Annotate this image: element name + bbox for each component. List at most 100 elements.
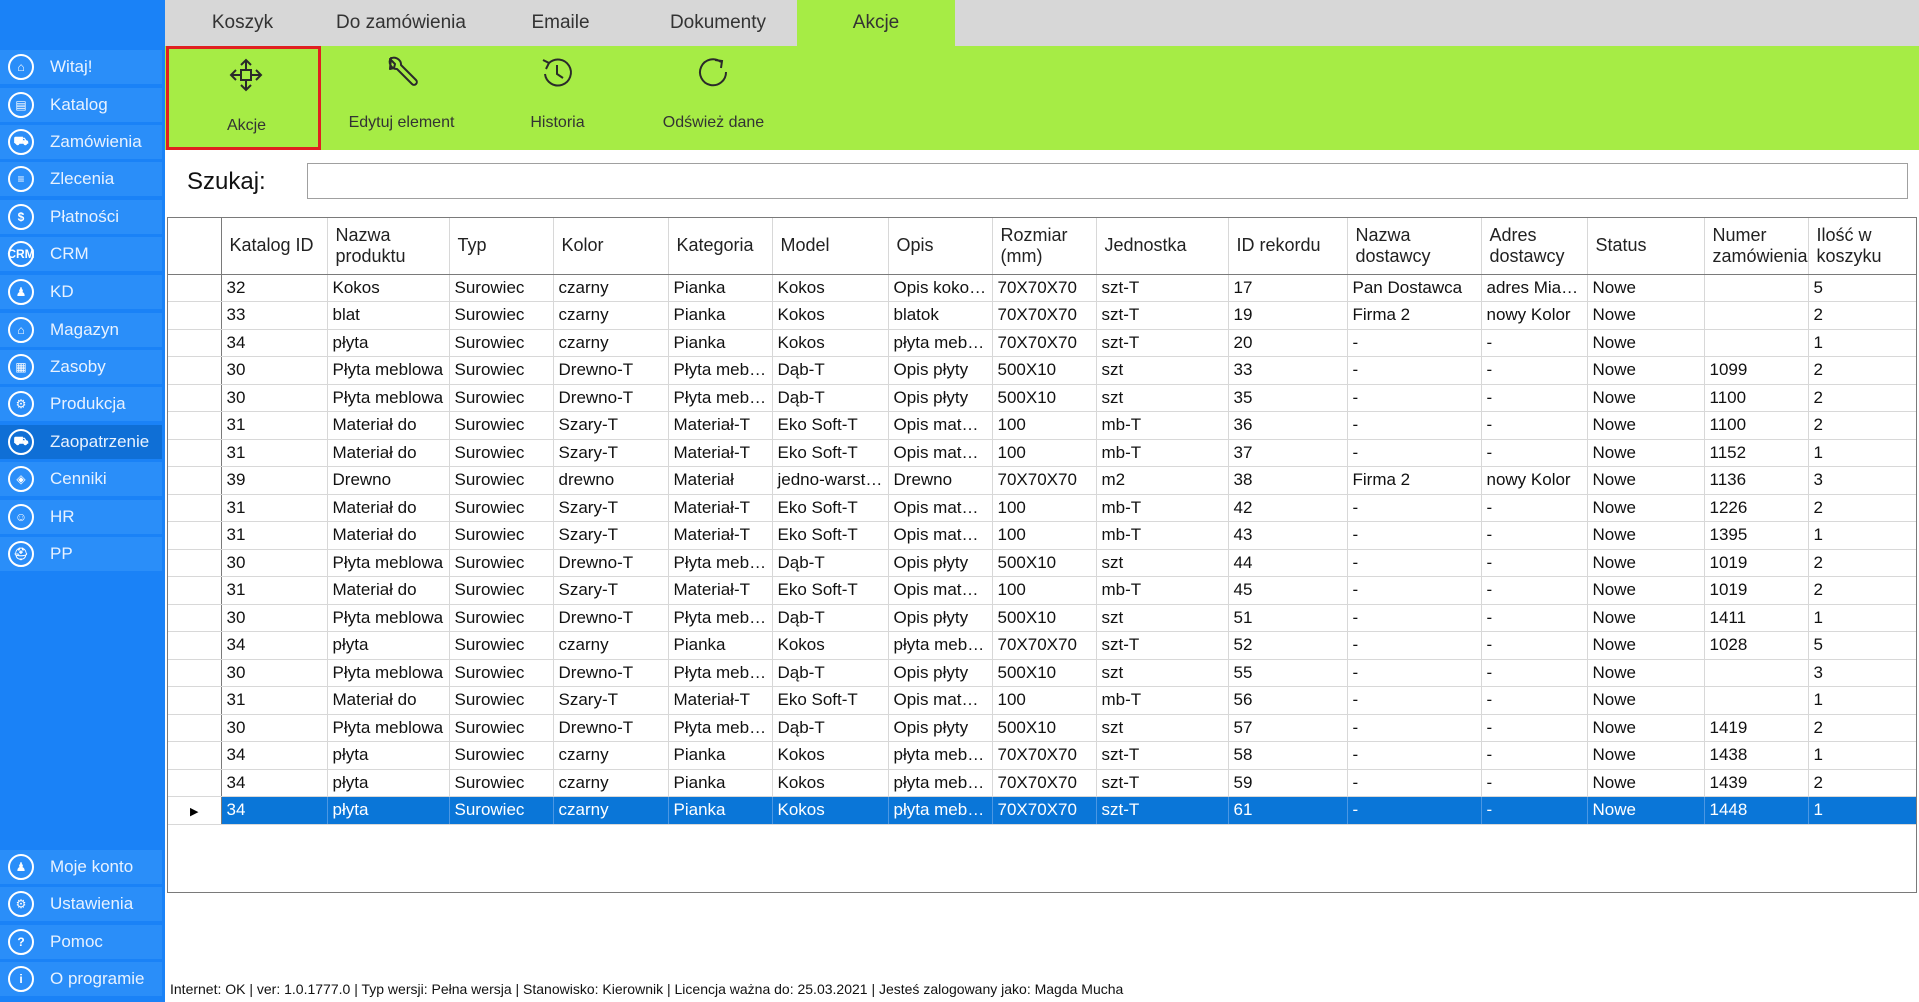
row-header[interactable] (168, 466, 222, 495)
table-row[interactable]: 34 płyta Surowiec czarny Pianka Kokos płyta me… (168, 741, 1916, 770)
table-cell[interactable]: 1439 (1704, 769, 1809, 797)
column-header[interactable]: Rozmiar (mm) (992, 218, 1097, 275)
table-row[interactable]: 31 Materiał do Surowiec Szary-T Materiał-T Ek… (168, 576, 1916, 605)
table-cell[interactable]: szt-T (1096, 769, 1229, 797)
table-cell[interactable]: Opis materiału (888, 439, 993, 467)
table-cell[interactable]: Surowiec (449, 521, 554, 550)
row-header[interactable] (168, 494, 222, 522)
table-cell[interactable]: Nowe (1587, 411, 1705, 440)
table-cell[interactable]: 30 (221, 604, 328, 632)
table-cell[interactable]: - (1481, 631, 1588, 660)
table-cell[interactable]: 2 (1808, 769, 1916, 797)
table-cell[interactable]: 1136 (1704, 466, 1809, 495)
table-cell[interactable]: Szary-T (553, 411, 669, 440)
table-cell[interactable]: 42 (1228, 494, 1348, 522)
table-cell[interactable]: Kokos (772, 329, 889, 357)
table-cell[interactable]: Opis płyty (888, 604, 993, 632)
table-cell[interactable]: 30 (221, 659, 328, 687)
table-cell[interactable]: szt-T (1096, 631, 1229, 660)
table-cell[interactable]: 34 (221, 631, 328, 660)
table-cell[interactable]: 31 (221, 521, 328, 550)
table-cell[interactable]: Eko Soft-T (772, 576, 889, 605)
table-cell[interactable]: 2 (1808, 714, 1916, 742)
table-cell[interactable]: 500X10 (992, 356, 1097, 385)
table-cell[interactable]: Opis płyty (888, 659, 993, 687)
table-cell[interactable]: czarny (553, 769, 669, 797)
table-cell[interactable]: 1 (1808, 686, 1916, 715)
row-header[interactable] (168, 549, 222, 577)
table-cell[interactable]: Nowe (1587, 741, 1705, 770)
table-cell[interactable]: Dąb-T (772, 384, 889, 412)
table-cell[interactable]: 500X10 (992, 549, 1097, 577)
table-cell[interactable]: szt-T (1096, 796, 1229, 825)
table-cell[interactable]: czarny (553, 796, 669, 825)
table-cell[interactable]: 58 (1228, 741, 1348, 770)
table-cell[interactable]: 34 (221, 769, 328, 797)
table-cell[interactable]: czarny (553, 301, 669, 330)
table-cell[interactable]: Nowe (1587, 549, 1705, 577)
table-cell[interactable]: 5 (1808, 631, 1916, 660)
table-cell[interactable]: - (1481, 714, 1588, 742)
table-cell[interactable]: Drewno-T (553, 384, 669, 412)
table-cell[interactable]: 2 (1808, 411, 1916, 440)
table-cell[interactable]: Drewno-T (553, 659, 669, 687)
column-header[interactable]: Kategoria (668, 218, 773, 275)
sidebar-item-hr[interactable]: ☺ HR (0, 500, 162, 534)
table-cell[interactable]: 31 (221, 494, 328, 522)
table-cell[interactable]: Firma 2 (1347, 301, 1482, 330)
table-cell[interactable]: Materiał-T (668, 521, 773, 550)
table-cell[interactable]: 3 (1808, 659, 1916, 687)
table-cell[interactable]: Nowe (1587, 466, 1705, 495)
table-cell[interactable] (1704, 274, 1809, 302)
table-cell[interactable]: Opis płyty (888, 549, 993, 577)
column-header[interactable]: Adres dostawcy (1481, 218, 1588, 275)
table-cell[interactable]: Surowiec (449, 439, 554, 467)
column-header[interactable]: Nazwa dostawcy (1347, 218, 1482, 275)
table-cell[interactable]: - (1481, 411, 1588, 440)
table-cell[interactable]: 1 (1808, 521, 1916, 550)
tab-do-zamówienia[interactable]: Do zamówienia (320, 0, 482, 46)
row-header[interactable] (168, 411, 222, 440)
table-cell[interactable]: 500X10 (992, 714, 1097, 742)
table-cell[interactable]: Płyta meblowa (327, 604, 450, 632)
table-cell[interactable]: szt (1096, 604, 1229, 632)
table-cell[interactable]: 31 (221, 686, 328, 715)
table-cell[interactable]: Eko Soft-T (772, 411, 889, 440)
table-cell[interactable]: 70X70X70 (992, 741, 1097, 770)
sidebar-item-zamówienia[interactable]: ⛟ Zamówienia (0, 125, 162, 159)
table-cell[interactable]: 70X70X70 (992, 631, 1097, 660)
table-cell[interactable]: Surowiec (449, 769, 554, 797)
table-cell[interactable]: 30 (221, 356, 328, 385)
table-cell[interactable]: Szary-T (553, 439, 669, 467)
akcje-button[interactable]: Akcje (166, 46, 321, 150)
table-cell[interactable]: Nowe (1587, 576, 1705, 605)
sidebar-item-crm[interactable]: CRM CRM (0, 237, 162, 271)
table-cell[interactable]: szt (1096, 659, 1229, 687)
table-cell[interactable]: - (1481, 796, 1588, 825)
table-cell[interactable]: szt-T (1096, 329, 1229, 357)
row-header[interactable] (168, 439, 222, 467)
table-cell[interactable]: Surowiec (449, 384, 554, 412)
row-header[interactable] (168, 714, 222, 742)
table-cell[interactable]: 57 (1228, 714, 1348, 742)
table-cell[interactable]: Kokos (327, 274, 450, 302)
table-cell[interactable]: 70X70X70 (992, 274, 1097, 302)
table-row[interactable]: 33 blat Surowiec czarny Pianka Kokos blatok 70X… (168, 301, 1916, 330)
table-cell[interactable]: 70X70X70 (992, 301, 1097, 330)
table-cell[interactable]: 32 (221, 274, 328, 302)
table-cell[interactable]: Nowe (1587, 384, 1705, 412)
table-cell[interactable]: 70X70X70 (992, 466, 1097, 495)
table-cell[interactable]: drewno (553, 466, 669, 495)
table-cell[interactable]: Płyta meblowa (327, 714, 450, 742)
table-row[interactable]: 30 Płyta meblowa Surowiec Drewno-T Płyta meb… (168, 384, 1916, 412)
table-cell[interactable]: Opis materiału (888, 686, 993, 715)
row-header[interactable] (168, 604, 222, 632)
table-cell[interactable]: Płyta meblowa (668, 549, 773, 577)
table-cell[interactable]: blat (327, 301, 450, 330)
table-cell[interactable]: 31 (221, 576, 328, 605)
table-cell[interactable]: 2 (1808, 576, 1916, 605)
table-row[interactable]: 30 Płyta meblowa Surowiec Drewno-T Płyta meb… (168, 356, 1916, 385)
table-cell[interactable]: 1419 (1704, 714, 1809, 742)
column-header[interactable]: Numer zamówienia (1704, 218, 1809, 275)
table-cell[interactable]: Surowiec (449, 631, 554, 660)
